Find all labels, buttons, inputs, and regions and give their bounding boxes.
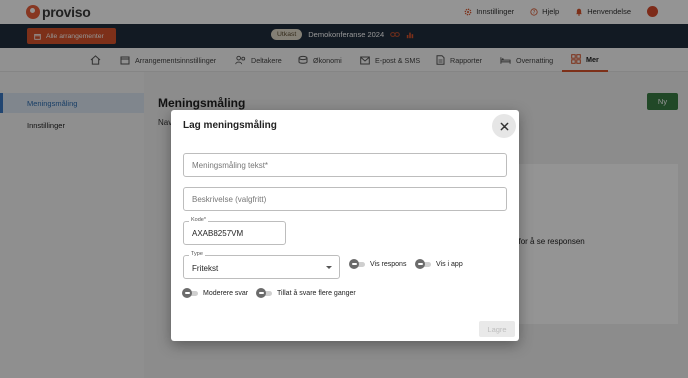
allow-multiple-answers-toggle[interactable]: Tillat å svare flere ganger (256, 288, 356, 298)
show-in-app-toggle[interactable]: Vis i app (415, 259, 463, 269)
save-button[interactable]: Lagre (479, 321, 515, 337)
poll-text-field (183, 153, 507, 177)
create-poll-dialog: Lag meningsmåling Kode* Type Fritekst Vi… (171, 110, 519, 341)
code-field: Kode* (183, 217, 286, 245)
show-response-toggle[interactable]: Vis respons (349, 259, 406, 269)
code-input[interactable] (184, 222, 285, 244)
toggle-switch[interactable] (349, 259, 365, 269)
description-field (183, 187, 507, 211)
moderate-answers-toggle[interactable]: Moderere svar (182, 288, 248, 298)
close-icon (500, 122, 509, 131)
toggle-label: Vis respons (370, 260, 407, 268)
description-input[interactable] (184, 188, 506, 210)
toggle-label: Moderere svar (203, 289, 249, 297)
toggle-label: Tillat å svare flere ganger (277, 289, 356, 297)
dialog-title: Lag meningsmåling (183, 120, 277, 131)
toggle-switch[interactable] (256, 288, 272, 298)
close-button[interactable] (492, 114, 516, 138)
poll-text-input[interactable] (184, 154, 506, 176)
code-label: Kode* (189, 217, 208, 223)
type-label: Type (189, 251, 205, 257)
type-select[interactable]: Type Fritekst (183, 251, 340, 279)
toggle-switch[interactable] (182, 288, 198, 298)
toggle-switch[interactable] (415, 259, 431, 269)
type-selected-value: Fritekst (192, 264, 219, 273)
chevron-down-icon (326, 266, 332, 269)
toggle-label: Vis i app (436, 260, 463, 268)
